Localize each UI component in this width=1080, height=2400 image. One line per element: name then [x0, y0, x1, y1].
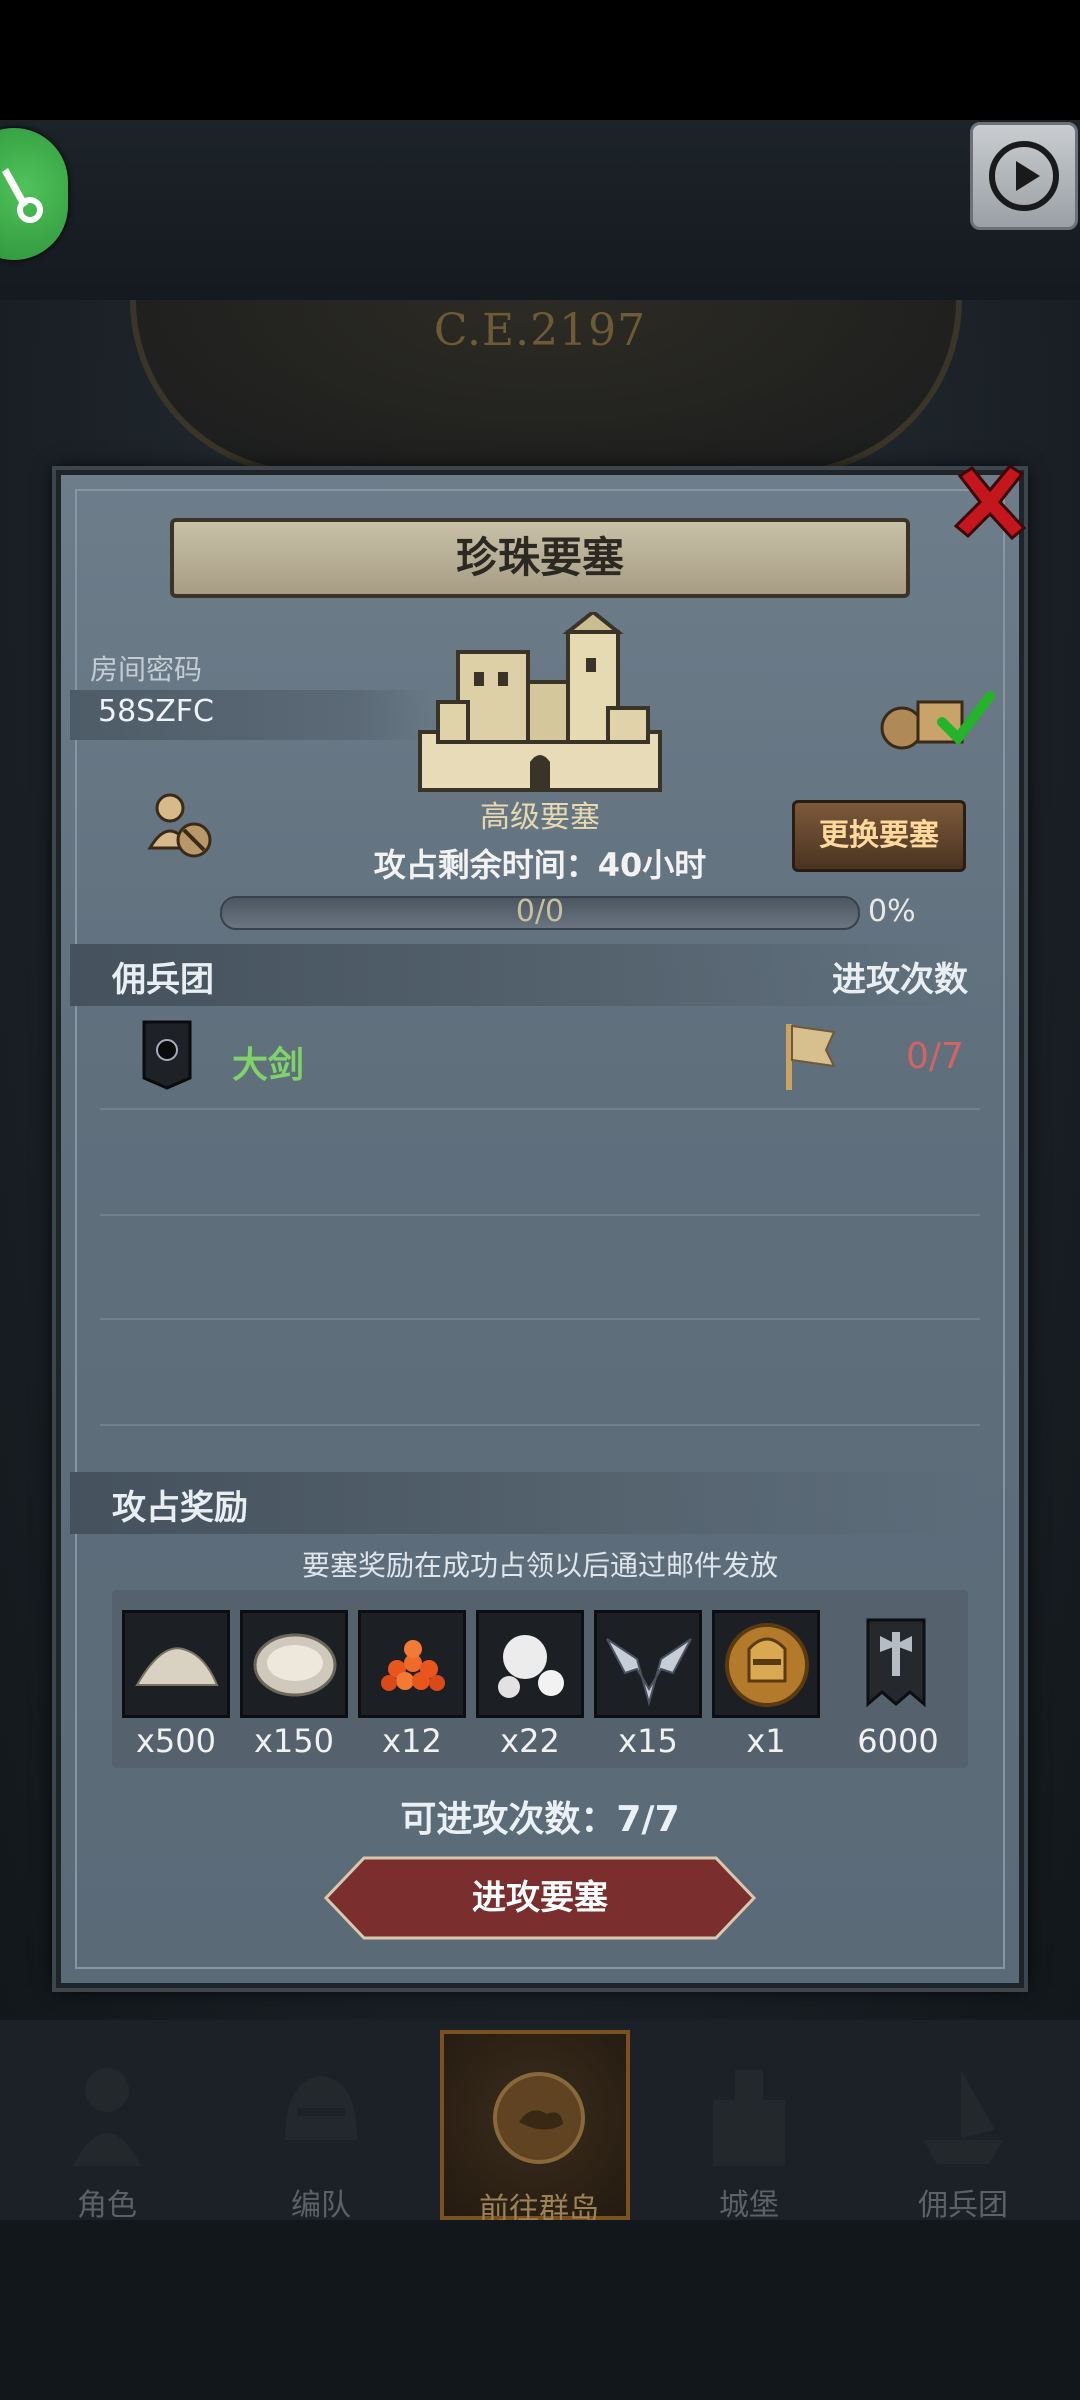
play-icon: [989, 141, 1059, 211]
castle-icon: [418, 612, 662, 792]
bottom-area: [0, 2220, 1080, 2400]
knight-helmet-coin-icon: [725, 1623, 809, 1707]
reward-item[interactable]: [476, 1610, 584, 1718]
row-divider: [100, 1318, 980, 1320]
attack-fortress-label: 进攻要塞: [472, 1878, 608, 1918]
fish-roe-icon: [381, 1640, 445, 1691]
winged-emblem-icon: [606, 1638, 692, 1707]
reward-qty: 6000: [857, 1722, 939, 1760]
room-code: 58SZFC: [98, 694, 214, 729]
helmet-icon: [285, 2076, 357, 2140]
capture-progress-percent: 0%: [868, 894, 916, 929]
nav-item-islands[interactable]: 前往群岛: [440, 2030, 630, 2227]
resource-bag-collected-icon: [880, 691, 995, 750]
reward-item[interactable]: [122, 1610, 230, 1718]
nav-label: 城堡: [719, 2188, 779, 2223]
capture-progress-value: 0/0: [515, 894, 565, 929]
mercenary-attack-count: 0/7: [906, 1036, 964, 1077]
castle-tower-icon: [713, 2070, 785, 2166]
pearl-icon: [498, 1635, 564, 1698]
mercenary-header: 佣兵团: [112, 960, 214, 1000]
top-bar: [0, 120, 1080, 300]
nav-item-character[interactable]: 角色: [12, 2030, 202, 2223]
reward-qty: x22: [500, 1722, 560, 1760]
reward-header: 攻占奖励: [112, 1488, 248, 1528]
compass-icon: [493, 2072, 585, 2164]
reward-qty: x150: [253, 1722, 334, 1760]
reward-item[interactable]: [594, 1610, 702, 1718]
mercenary-name: 大剑: [232, 1045, 305, 1086]
knight-icon: [73, 2068, 141, 2166]
reward-qty: x1: [746, 1722, 786, 1760]
nav-label: 编队: [291, 2188, 351, 2223]
attack-count-header: 进攻次数: [832, 960, 968, 1000]
nav-item-castle[interactable]: 城堡: [654, 2030, 844, 2223]
oyster-icon: [253, 1633, 337, 1697]
row-divider: [100, 1108, 980, 1110]
status-area: [0, 0, 1080, 120]
row-divider: [100, 1214, 980, 1216]
close-icon[interactable]: [950, 462, 1030, 542]
reward-qty: x500: [135, 1722, 216, 1760]
sand-pile-icon: [135, 1647, 219, 1686]
room-code-label: 房间密码: [90, 653, 203, 686]
available-attempts: 可进攻次数：7/7: [400, 1799, 680, 1840]
play-button[interactable]: [970, 122, 1078, 230]
mercenary-banner-icon: [142, 1020, 192, 1090]
flag-icon: [786, 1024, 836, 1090]
banner-axe-icon: [866, 1618, 926, 1708]
nav-label: 佣兵团: [918, 2188, 1008, 2223]
time-remaining: 攻占剩余时间：40小时: [373, 846, 707, 884]
wrench-icon: [2, 168, 43, 223]
reward-item[interactable]: [712, 1610, 820, 1718]
nav-item-mercenary[interactable]: 佣兵团: [868, 2030, 1058, 2223]
reward-item[interactable]: [358, 1610, 466, 1718]
row-divider: [100, 1424, 980, 1426]
reward-qty: x12: [382, 1722, 442, 1760]
era-label: C.E.2197: [433, 305, 647, 356]
nav-item-formation[interactable]: 编队: [226, 2030, 416, 2223]
nav-label: 角色: [77, 2188, 137, 2223]
reward-item[interactable]: [240, 1610, 348, 1718]
reward-note: 要塞奖励在成功占领以后通过邮件发放: [301, 1549, 778, 1582]
mercenary-ship-icon: [923, 2070, 1003, 2164]
reward-qty: x15: [618, 1722, 678, 1760]
reward-item[interactable]: [844, 1610, 952, 1718]
dialog-title: 珍珠要塞: [455, 533, 624, 582]
